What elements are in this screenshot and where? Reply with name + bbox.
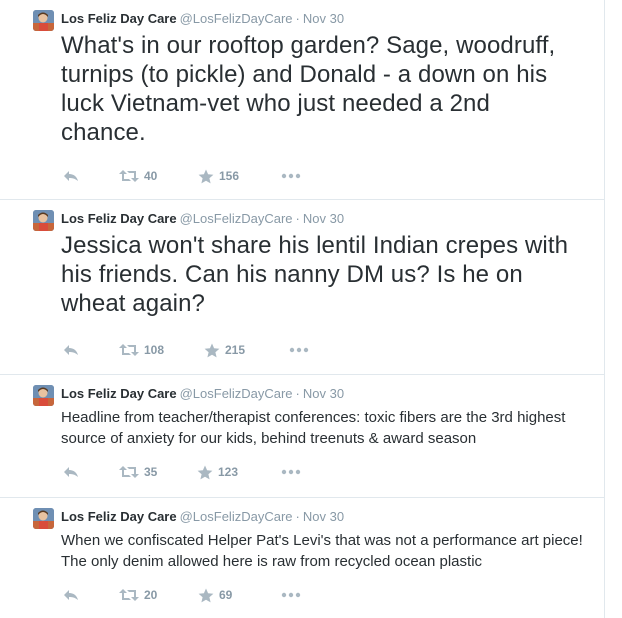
favorite-count: 123 [218,465,239,479]
author-handle[interactable]: @LosFelizDayCare [180,509,293,524]
reply-icon [64,590,78,600]
tweet-text: When we confiscated Helper Pat's Levi's … [61,532,583,570]
more-button[interactable] [281,586,301,604]
tweet-timeline: Los Feliz Day Care @LosFelizDayCare · Nov 3… [0,0,605,618]
star-icon [197,465,213,479]
retweet-icon [119,344,139,356]
reply-icon [64,171,78,181]
retweet-count: 40 [144,169,158,183]
favorite-button[interactable]: 215 [204,341,245,359]
tweet-timestamp[interactable]: Nov 30 [303,211,344,226]
avatar[interactable] [33,10,54,31]
star-icon [198,588,214,602]
retweet-icon [119,170,139,182]
tweet-timestamp[interactable]: Nov 30 [303,509,344,524]
reply-button[interactable] [63,341,79,359]
retweet-count: 108 [144,343,165,357]
reply-button[interactable] [63,167,79,185]
retweet-icon [119,589,139,601]
retweet-icon [119,466,139,478]
retweet-button[interactable]: 35 [119,463,157,481]
author-name[interactable]: Los Feliz Day Care [61,211,177,226]
author-handle[interactable]: @LosFelizDayCare [180,211,293,226]
tweet-header: Los Feliz Day Care @LosFelizDayCare · Nov 3… [61,386,344,402]
favorite-count: 215 [225,343,246,357]
reply-button[interactable] [63,463,79,481]
retweet-count: 20 [144,588,158,602]
tweet-timestamp[interactable]: Nov 30 [303,386,344,401]
more-button[interactable] [289,341,309,359]
tweet-header: Los Feliz Day Care @LosFelizDayCare · Nov 3… [61,11,344,27]
more-icon [281,173,301,179]
favorite-button[interactable]: 156 [198,167,239,185]
author-name[interactable]: Los Feliz Day Care [61,509,177,524]
retweet-button[interactable]: 40 [119,167,157,185]
author-name[interactable]: Los Feliz Day Care [61,11,177,26]
favorite-count: 69 [219,588,233,602]
avatar[interactable] [33,210,54,231]
tweet-header: Los Feliz Day Care @LosFelizDayCare · Nov 3… [61,211,344,227]
tweet[interactable]: Los Feliz Day Care @LosFelizDayCare · Nov 3… [0,200,604,375]
tweet[interactable]: Los Feliz Day Care @LosFelizDayCare · Nov 3… [0,498,604,618]
retweet-button[interactable]: 108 [119,341,164,359]
more-icon [281,469,301,475]
more-icon [281,592,301,598]
tweet-text: Jessica won't share his lentil Indian cr… [61,232,569,317]
more-icon [289,347,309,353]
retweet-button[interactable]: 20 [119,586,157,604]
favorite-count: 156 [219,169,240,183]
separator-dot: · [295,11,300,26]
retweet-count: 35 [144,465,158,479]
tweet[interactable]: Los Feliz Day Care @LosFelizDayCare · Nov 3… [0,0,604,200]
tweet-header: Los Feliz Day Care @LosFelizDayCare · Nov 3… [61,509,344,525]
tweet[interactable]: Los Feliz Day Care @LosFelizDayCare · Nov 3… [0,375,604,498]
author-handle[interactable]: @LosFelizDayCare [180,11,293,26]
separator-dot: · [295,509,300,524]
author-handle[interactable]: @LosFelizDayCare [180,386,293,401]
author-name[interactable]: Los Feliz Day Care [61,386,177,401]
star-icon [198,169,214,183]
tweet-text: Headline from teacher/therapist conferen… [61,409,566,447]
more-button[interactable] [281,167,301,185]
more-button[interactable] [281,463,301,481]
tweet-timestamp[interactable]: Nov 30 [303,11,344,26]
reply-button[interactable] [63,586,79,604]
avatar[interactable] [33,385,54,406]
favorite-button[interactable]: 69 [198,586,232,604]
tweet-text: What's in our rooftop garden? Sage, wood… [61,32,556,146]
separator-dot: · [295,386,300,401]
favorite-button[interactable]: 123 [197,463,238,481]
star-icon [204,343,220,357]
separator-dot: · [295,211,300,226]
reply-icon [64,467,78,477]
reply-icon [64,345,78,355]
avatar[interactable] [33,508,54,529]
